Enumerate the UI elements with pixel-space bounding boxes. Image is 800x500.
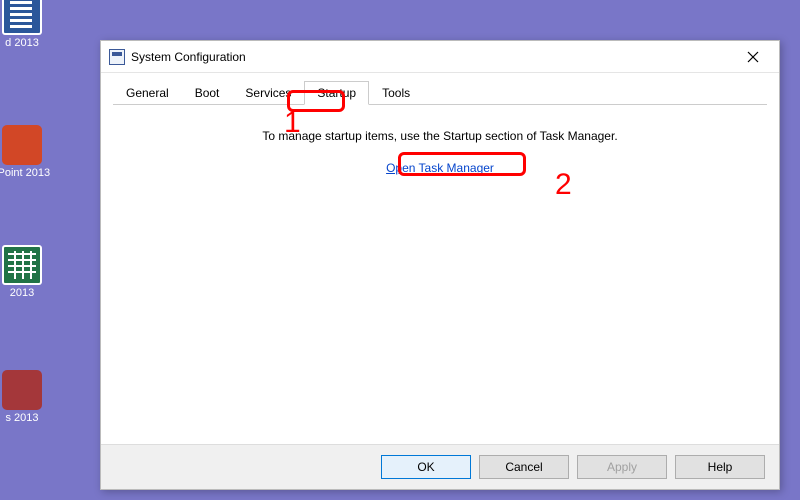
tab-content-startup: To manage startup items, use the Startup… [101, 105, 779, 444]
desktop-icon-word[interactable]: d 2013 [0, 0, 52, 49]
tab-startup[interactable]: Startup [304, 81, 369, 105]
window-title: System Configuration [131, 50, 735, 64]
cancel-button[interactable]: Cancel [479, 455, 569, 479]
word-icon [2, 0, 42, 35]
system-configuration-dialog: System Configuration General Boot Servic… [100, 40, 780, 490]
close-button[interactable] [735, 44, 771, 70]
desktop-icon-powerpoint[interactable]: rPoint 2013 [0, 125, 52, 179]
apply-button[interactable]: Apply [577, 455, 667, 479]
desktop-icon-access[interactable]: s 2013 [0, 370, 52, 424]
tab-boot[interactable]: Boot [182, 81, 233, 105]
ok-button[interactable]: OK [381, 455, 471, 479]
tab-services[interactable]: Services [232, 81, 304, 105]
desktop-icon-label: s 2013 [0, 412, 52, 424]
tab-strip: General Boot Services Startup Tools [113, 81, 767, 105]
desktop-icon-label: d 2013 [0, 37, 52, 49]
close-icon [747, 51, 759, 63]
desktop-icon-label: rPoint 2013 [0, 167, 52, 179]
open-task-manager-link[interactable]: Open Task Manager [386, 161, 494, 175]
access-icon [2, 370, 42, 410]
tab-area: General Boot Services Startup Tools [101, 73, 779, 105]
desktop-icon-label: 2013 [0, 287, 52, 299]
excel-icon [2, 245, 42, 285]
tab-general[interactable]: General [113, 81, 182, 105]
powerpoint-icon [2, 125, 42, 165]
button-bar: OK Cancel Apply Help [101, 444, 779, 489]
titlebar[interactable]: System Configuration [101, 41, 779, 73]
desktop-icon-excel[interactable]: 2013 [0, 245, 52, 299]
msconfig-icon [109, 49, 125, 65]
help-button[interactable]: Help [675, 455, 765, 479]
instruction-text: To manage startup items, use the Startup… [121, 129, 759, 143]
tab-tools[interactable]: Tools [369, 81, 423, 105]
